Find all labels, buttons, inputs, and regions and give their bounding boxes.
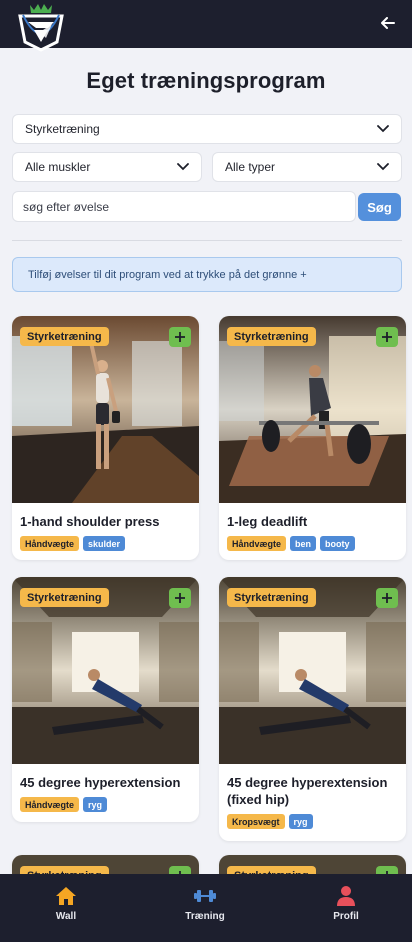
app-logo-icon[interactable] bbox=[18, 2, 64, 52]
exercise-name: 1-leg deadlift bbox=[227, 514, 308, 529]
add-exercise-button[interactable] bbox=[169, 588, 191, 608]
category-select[interactable]: Styrketræning bbox=[12, 114, 402, 144]
top-bar bbox=[0, 0, 412, 52]
nav-item-profile[interactable]: Profil bbox=[306, 886, 386, 922]
nav-label-wall: Wall bbox=[55, 911, 77, 922]
plus-icon bbox=[382, 332, 392, 342]
user-icon bbox=[337, 886, 355, 906]
add-exercise-button[interactable] bbox=[169, 866, 191, 874]
add-exercise-button[interactable] bbox=[376, 327, 398, 347]
exercise-card[interactable]: Styrketræning 45 degree hyperextension H… bbox=[12, 577, 199, 822]
equipment-tag: Håndvægte bbox=[227, 536, 287, 551]
exercise-image: Styrketræning bbox=[12, 855, 199, 874]
plus-icon bbox=[382, 593, 392, 603]
muscle-tag: ryg bbox=[83, 797, 108, 812]
exercise-name: 1-hand shoulder press bbox=[20, 514, 160, 529]
info-message: Tilføj øvelser til dit program ved at tr… bbox=[12, 257, 402, 292]
equipment-tag: Håndvægte bbox=[20, 797, 80, 812]
exercise-card[interactable]: Styrketræning 45 degree hyperextension (… bbox=[219, 577, 406, 841]
exercise-tags: Kropsvægt ryg bbox=[219, 808, 406, 829]
category-badge: Styrketræning bbox=[20, 866, 109, 874]
category-badge: Styrketræning bbox=[20, 588, 109, 607]
category-badge: Styrketræning bbox=[20, 327, 109, 346]
add-exercise-button[interactable] bbox=[376, 588, 398, 608]
category-badge: Styrketræning bbox=[227, 866, 316, 874]
exercise-image: Styrketræning bbox=[219, 855, 406, 874]
main-content[interactable]: Eget træningsprogram Styrketræning Alle … bbox=[0, 48, 412, 874]
equipment-tag: Kropsvægt bbox=[227, 814, 285, 829]
types-select-value: Alle typer bbox=[225, 160, 276, 174]
search-input[interactable]: søg efter øvelse bbox=[12, 191, 356, 222]
add-exercise-button[interactable] bbox=[376, 866, 398, 874]
exercise-image: Styrketræning bbox=[219, 577, 406, 764]
muscle-tag: skulder bbox=[83, 536, 126, 551]
add-exercise-button[interactable] bbox=[169, 327, 191, 347]
exercise-card[interactable]: Styrketræning 1-leg deadlift Håndvægte b… bbox=[219, 316, 406, 560]
exercise-image: Styrketræning bbox=[12, 316, 199, 503]
nav-label-training: Træning bbox=[185, 911, 225, 922]
types-select[interactable]: Alle typer bbox=[212, 152, 402, 182]
category-select-value: Styrketræning bbox=[25, 122, 100, 136]
plus-icon bbox=[175, 332, 185, 342]
search-button[interactable]: Søg bbox=[358, 193, 401, 221]
exercise-card[interactable]: Styrketræning bbox=[219, 855, 406, 874]
back-arrow-icon[interactable] bbox=[378, 13, 398, 33]
exercise-card[interactable]: Styrketræning 1-hand shoulder press Hånd… bbox=[12, 316, 199, 560]
exercise-name: 45 degree hyperextension bbox=[20, 775, 181, 790]
chevron-down-icon bbox=[177, 163, 189, 171]
nav-label-profile: Profil bbox=[333, 911, 359, 922]
equipment-tag: Håndvægte bbox=[20, 536, 80, 551]
exercise-tags: Håndvægte ben booty bbox=[219, 530, 406, 551]
exercise-card[interactable]: Styrketræning bbox=[12, 855, 199, 874]
category-badge: Styrketræning bbox=[227, 588, 316, 607]
nav-item-wall[interactable]: Wall bbox=[26, 886, 106, 922]
exercise-tags: Håndvægte skulder bbox=[12, 530, 199, 551]
muscles-select-value: Alle muskler bbox=[25, 160, 91, 174]
exercise-name: 45 degree hyperextension (fixed hip) bbox=[227, 775, 388, 807]
muscle-tag: ryg bbox=[288, 814, 313, 829]
chevron-down-icon bbox=[377, 125, 389, 133]
muscles-select[interactable]: Alle muskler bbox=[12, 152, 202, 182]
chevron-down-icon bbox=[377, 163, 389, 171]
home-icon bbox=[56, 887, 76, 905]
muscle-tag: booty bbox=[320, 536, 355, 551]
page-title: Eget træningsprogram bbox=[86, 68, 326, 93]
divider bbox=[12, 240, 402, 241]
category-badge: Styrketræning bbox=[227, 327, 316, 346]
exercise-tags: Håndvægte ryg bbox=[12, 791, 199, 812]
muscle-tag: ben bbox=[290, 536, 317, 551]
plus-icon bbox=[175, 593, 185, 603]
dumbbell-icon bbox=[194, 890, 216, 902]
exercise-image: Styrketræning bbox=[12, 577, 199, 764]
bottom-navigation: Wall Træning Profil bbox=[0, 874, 412, 942]
exercise-image: Styrketræning bbox=[219, 316, 406, 503]
nav-item-training[interactable]: Træning bbox=[165, 886, 245, 922]
